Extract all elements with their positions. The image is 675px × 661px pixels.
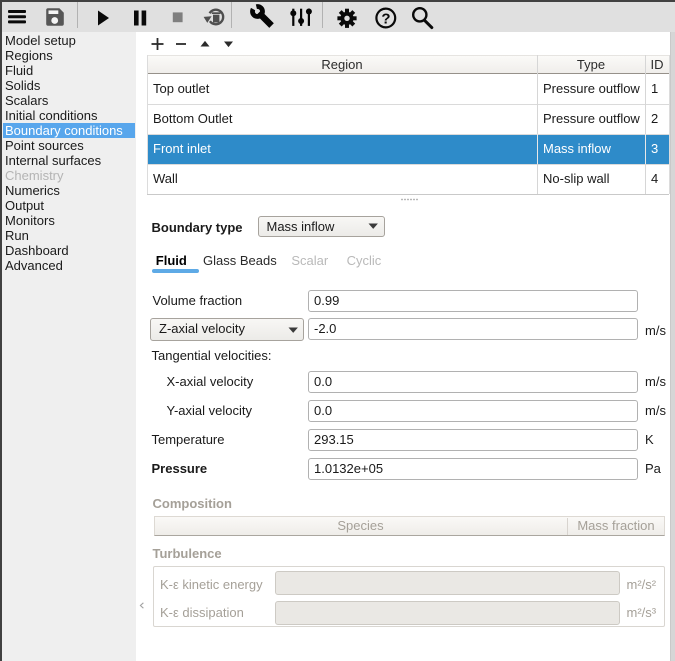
svg-text:?: ? (381, 11, 390, 28)
